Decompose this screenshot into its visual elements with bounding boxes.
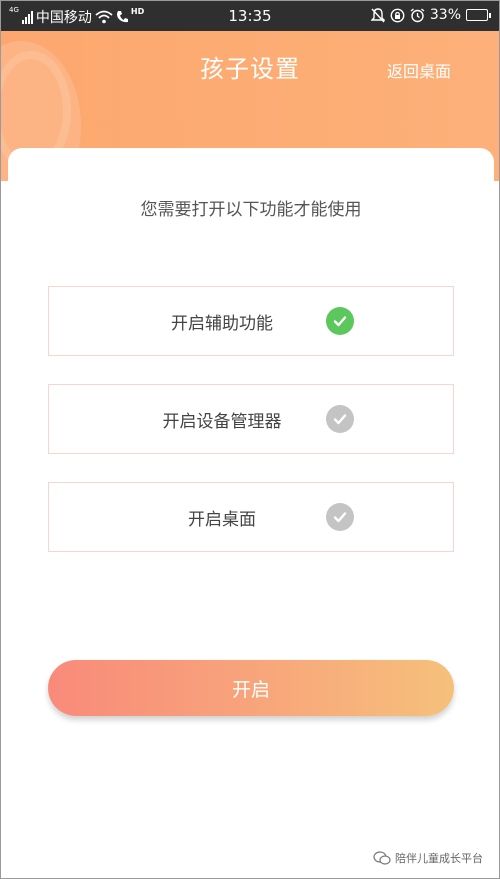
permission-item-accessibility[interactable]: 开启辅助功能 — [48, 286, 454, 356]
instruction-text: 您需要打开以下功能才能使用 — [140, 200, 362, 220]
lock-rotation-icon — [390, 8, 405, 22]
check-icon — [326, 503, 354, 531]
check-icon — [326, 307, 354, 335]
settings-card: 您需要打开以下功能才能使用 开启辅助功能 开启设备管理器 开启桌面 开启 — [8, 148, 494, 878]
permission-item-device-admin[interactable]: 开启设备管理器 — [48, 384, 454, 454]
app-screen: 4G 中国移动 HD 13:35 33% 孩子设置 返回桌面 您需要打开以下功能… — [0, 0, 500, 879]
permission-item-desktop[interactable]: 开启桌面 — [48, 482, 454, 552]
check-icon — [326, 405, 354, 433]
watermark-text: 陪伴儿童成长平台 — [395, 852, 483, 865]
mute-bell-icon — [370, 7, 385, 22]
start-button[interactable]: 开启 — [48, 660, 454, 716]
back-to-desktop-link[interactable]: 返回桌面 — [387, 58, 451, 82]
battery-percent: 33% — [429, 7, 461, 23]
alarm-icon — [410, 7, 425, 22]
battery-icon — [466, 9, 491, 21]
status-bar: 4G 中国移动 HD 13:35 33% — [1, 1, 499, 31]
watermark: 陪伴儿童成长平台 — [373, 850, 483, 866]
wechat-icon — [373, 851, 391, 865]
status-right: 33% — [370, 7, 491, 23]
